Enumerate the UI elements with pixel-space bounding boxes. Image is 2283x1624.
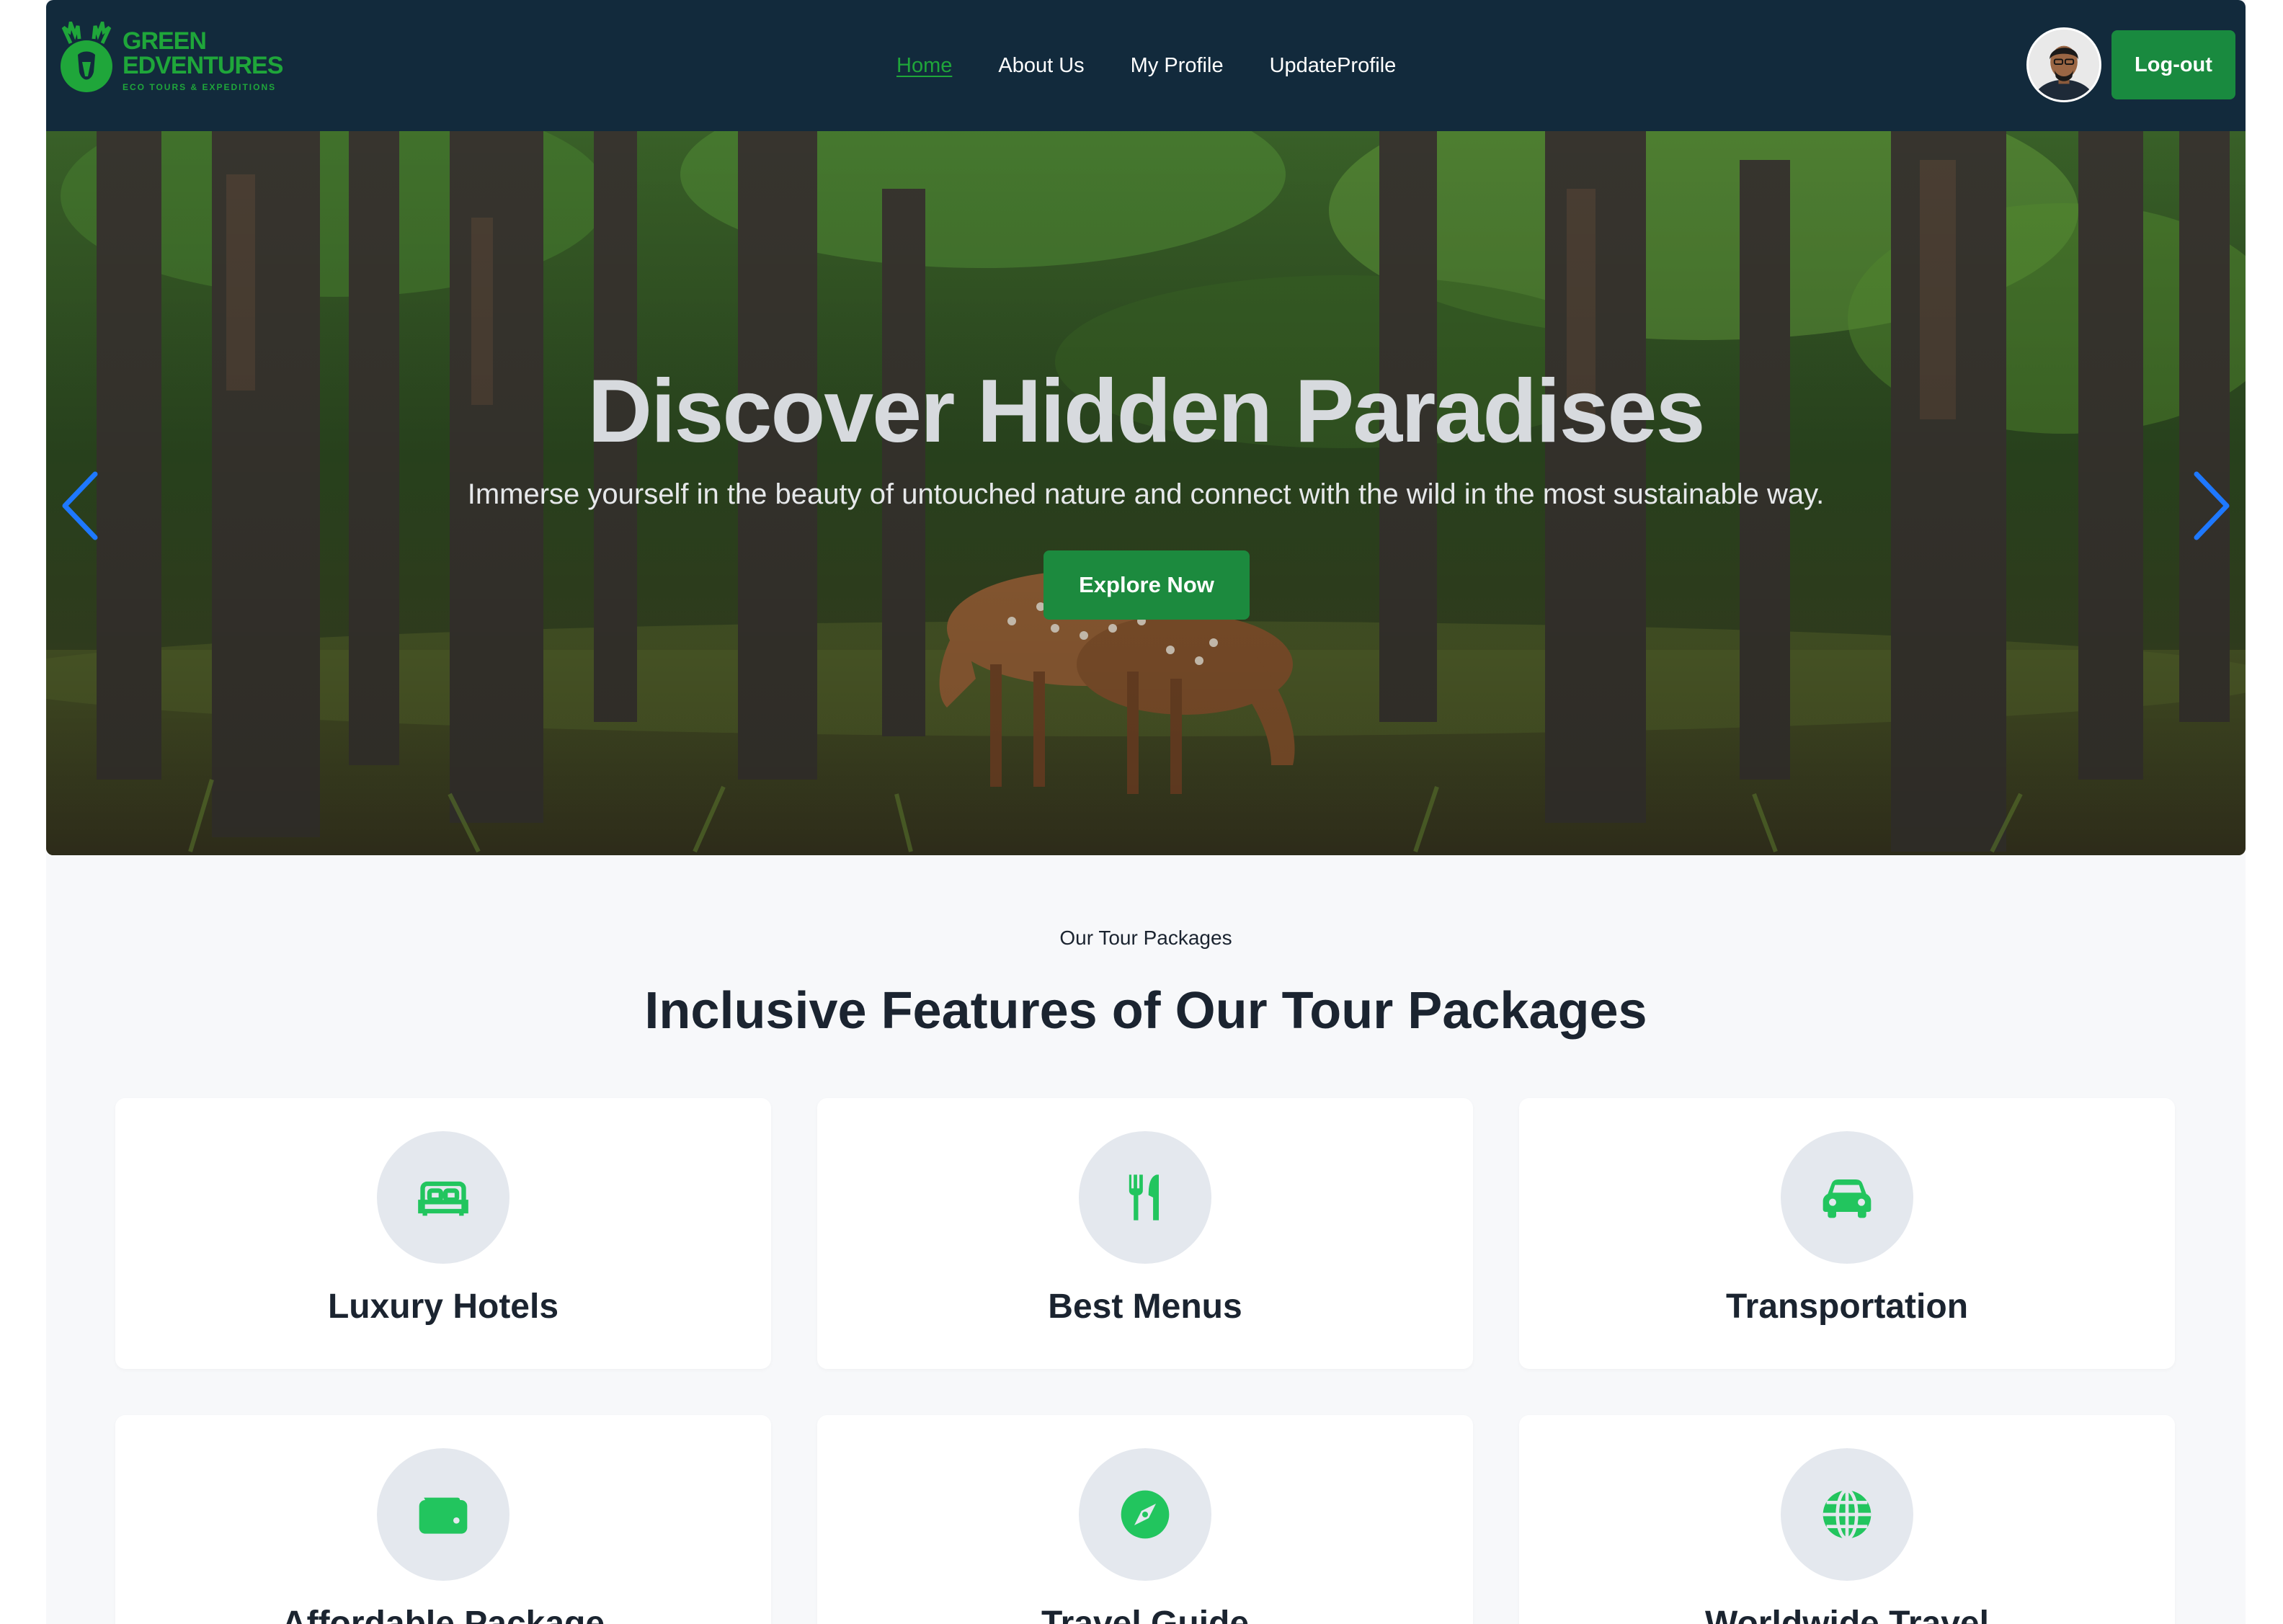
hero-subtitle: Immerse yourself in the beauty of untouc… <box>467 478 1825 510</box>
deer-emblem-icon <box>61 22 112 92</box>
navbar: GREEN EDVENTURES ECO TOURS & EXPEDITIONS… <box>46 0 2246 131</box>
chevron-left-icon <box>62 471 98 540</box>
hero-carousel: Discover Hidden Paradises Immerse yourse… <box>46 131 2246 855</box>
feature-icon-circle <box>377 1448 509 1581</box>
brand-logo[interactable]: GREEN EDVENTURES ECO TOURS & EXPEDITIONS <box>56 22 287 108</box>
feature-title: Best Menus <box>1048 1288 1242 1326</box>
globe-icon <box>1823 1489 1872 1540</box>
nav-link-home[interactable]: Home <box>896 54 952 78</box>
hero-title: Discover Hidden Paradises <box>587 362 1706 461</box>
carousel-next-button[interactable] <box>2181 455 2238 556</box>
feature-icon-circle <box>1079 1448 1211 1581</box>
section-title: Inclusive Features of Our Tour Packages <box>644 982 1647 1040</box>
feature-title: Affordable Package <box>281 1605 605 1624</box>
brand-line2: EDVENTURES <box>123 52 283 79</box>
logout-button[interactable]: Log-out <box>2111 30 2235 99</box>
feature-icon-circle <box>1781 1131 1913 1264</box>
feature-icon-circle <box>377 1131 509 1264</box>
chevron-right-icon <box>2194 471 2230 540</box>
bed-icon <box>418 1181 468 1216</box>
feature-title: Luxury Hotels <box>327 1288 559 1326</box>
brand-line1: GREEN <box>123 27 207 55</box>
feature-title: Transportation <box>1725 1288 1969 1326</box>
feature-card-luxury-hotels[interactable]: Luxury Hotels <box>115 1098 771 1369</box>
compass-icon <box>1121 1490 1170 1539</box>
car-icon <box>1823 1179 1872 1218</box>
nav-link-my-profile[interactable]: My Profile <box>1131 54 1224 78</box>
page: GREEN EDVENTURES ECO TOURS & EXPEDITIONS… <box>46 0 2246 1624</box>
feature-card-travel-guide[interactable]: Travel Guide <box>817 1415 1473 1624</box>
feature-title: Worldwide Travel <box>1705 1605 1989 1624</box>
feature-title: Travel Guide <box>1041 1605 1250 1624</box>
brand-tagline: ECO TOURS & EXPEDITIONS <box>123 82 277 92</box>
feature-card-transportation[interactable]: Transportation <box>1519 1098 2175 1369</box>
carousel-prev-button[interactable] <box>53 455 111 556</box>
user-avatar-icon <box>2029 30 2099 100</box>
user-avatar[interactable] <box>2026 27 2101 102</box>
wallet-icon <box>419 1497 468 1534</box>
utensils-icon <box>1129 1174 1159 1221</box>
nav-link-about-us[interactable]: About Us <box>998 54 1084 78</box>
feature-icon-circle <box>1781 1448 1913 1581</box>
section-eyebrow: Our Tour Packages <box>1059 927 1232 949</box>
feature-card-affordable-package[interactable]: Affordable Package <box>115 1415 771 1624</box>
feature-card-worldwide-travel[interactable]: Worldwide Travel <box>1519 1415 2175 1624</box>
nav-link-update-profile[interactable]: UpdateProfile <box>1270 54 1397 78</box>
feature-icon-circle <box>1079 1131 1211 1264</box>
explore-now-button[interactable]: Explore Now <box>1043 550 1250 620</box>
main-nav: Home About Us My Profile UpdateProfile <box>896 0 1396 131</box>
feature-card-best-menus[interactable]: Best Menus <box>817 1098 1473 1369</box>
